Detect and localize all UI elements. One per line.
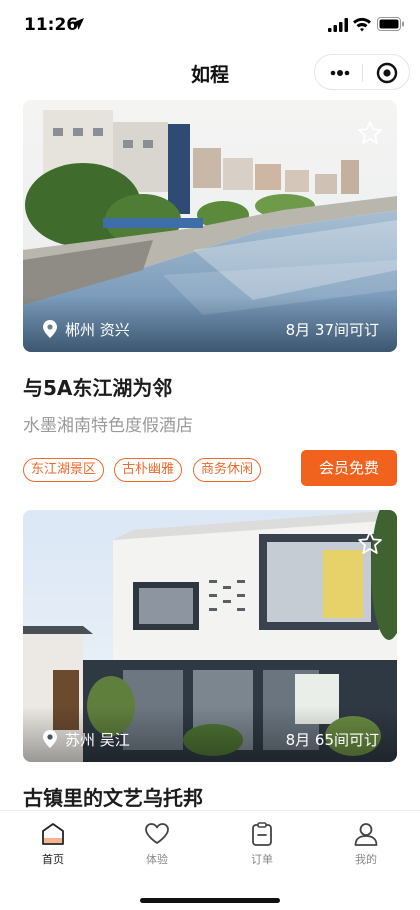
hotel-subtitle: 水墨湘南特色度假酒店: [23, 416, 193, 436]
hotel-card[interactable]: 苏州 吴江 8月 65间可订 古镇里的文艺乌托邦: [23, 510, 397, 810]
home-icon: [42, 823, 64, 845]
tab-home[interactable]: 首页: [18, 821, 88, 871]
tab-label: 体验: [146, 853, 168, 866]
hotel-photo[interactable]: 郴州 资兴 8月 37间可订: [23, 100, 397, 352]
nav-bar: 如程: [0, 50, 420, 94]
tag-row: 东江湖景区 古朴幽雅 商务休闲 会员免费: [23, 450, 397, 488]
tag-chip[interactable]: 商务休闲: [193, 458, 262, 482]
location-pin-icon: [43, 320, 57, 338]
status-bar: 11:26: [0, 0, 420, 50]
hotel-location: 苏州 吴江: [65, 731, 130, 749]
heart-icon: [145, 823, 169, 844]
wifi-icon: [353, 17, 371, 32]
hotel-card[interactable]: 郴州 资兴 8月 37间可订 与5A东江湖为邻 水墨湘南特色度假酒店 东江湖景区…: [23, 100, 397, 488]
room-availability: 8月 37间可订: [285, 321, 379, 339]
battery-icon: [377, 17, 404, 31]
hotel-location: 郴州 资兴: [65, 321, 130, 339]
capsule-divider: [362, 64, 363, 82]
user-icon: [354, 823, 378, 846]
tab-label: 订单: [251, 853, 273, 866]
hotel-feed[interactable]: 郴州 资兴 8月 37间可订 与5A东江湖为邻 水墨湘南特色度假酒店 东江湖景区…: [0, 94, 420, 810]
home-indicator: [140, 898, 280, 903]
location-arrow-icon: [72, 18, 84, 30]
tag-chip[interactable]: 东江湖景区: [23, 458, 105, 482]
tab-experience[interactable]: 体验: [122, 821, 192, 871]
tab-orders[interactable]: 订单: [227, 821, 297, 871]
tag-chip[interactable]: 古朴幽雅: [114, 458, 183, 482]
signal-icon: [328, 18, 348, 32]
tab-label: 首页: [42, 853, 64, 866]
tab-label: 我的: [355, 853, 377, 866]
favorite-star-icon[interactable]: [357, 120, 383, 146]
hotel-photo[interactable]: 苏州 吴江 8月 65间可订: [23, 510, 397, 762]
more-icon[interactable]: [329, 65, 351, 81]
hotel-title: 古镇里的文艺乌托邦: [23, 786, 203, 810]
favorite-star-icon[interactable]: [357, 530, 383, 556]
mini-program-capsule: [314, 54, 410, 90]
bottom-tab-bar: 首页 体验 订单 我的: [0, 810, 420, 910]
close-target-icon[interactable]: [376, 62, 398, 84]
member-free-button[interactable]: 会员免费: [301, 450, 397, 486]
clipboard-icon: [252, 822, 272, 846]
room-availability: 8月 65间可订: [285, 731, 379, 749]
location-pin-icon: [43, 730, 57, 748]
tab-profile[interactable]: 我的: [331, 821, 401, 871]
hotel-title: 与5A东江湖为邻: [23, 376, 173, 400]
status-time: 11:26: [24, 15, 79, 35]
